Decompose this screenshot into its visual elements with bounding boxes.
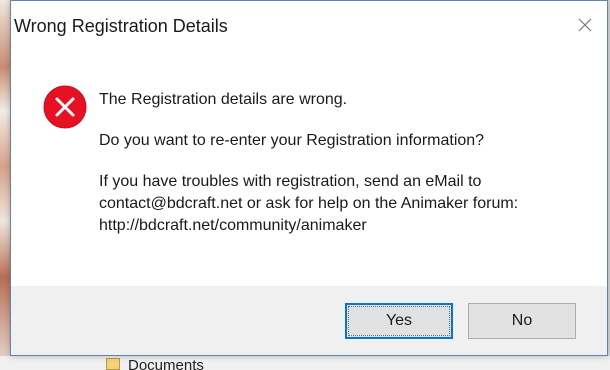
background-window-bottom: [0, 356, 610, 370]
message-line-error: The Registration details are wrong.: [99, 91, 348, 108]
close-icon: [578, 18, 592, 32]
message-help-text: If you have troubles with registration, …: [99, 171, 589, 237]
dialog-button-bar: Yes No: [11, 286, 607, 355]
message-line-question: Do you want to re-enter your Registratio…: [99, 132, 485, 149]
message-help-line-2: contact@bdcraft.net or ask for help on t…: [99, 195, 519, 212]
dialog-message: The Registration details are wrong. Do y…: [99, 89, 589, 237]
registration-error-dialog: Wrong Registration Details The Registrat…: [10, 0, 608, 356]
no-button[interactable]: No: [468, 303, 576, 339]
message-help-line-1: If you have troubles with registration, …: [99, 173, 482, 190]
message-help-line-3: http://bdcraft.net/community/animaker: [99, 217, 367, 234]
error-icon: [43, 85, 87, 129]
documents-label: Documents: [128, 357, 204, 370]
documents-folder-icon: [106, 358, 120, 370]
yes-button[interactable]: Yes: [345, 303, 453, 339]
dialog-titlebar[interactable]: Wrong Registration Details: [11, 1, 607, 43]
dialog-title: Wrong Registration Details: [14, 16, 228, 36]
close-button[interactable]: [571, 11, 599, 39]
background-window-left: [0, 0, 10, 370]
